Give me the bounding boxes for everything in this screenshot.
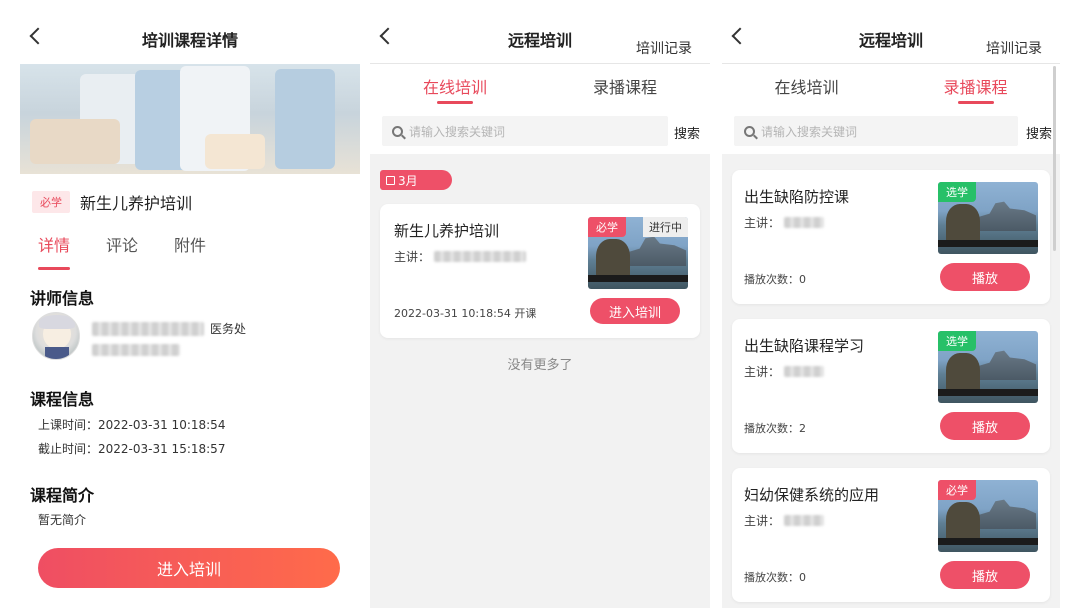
lecturer-label: 主讲： [394,250,431,264]
thumb-caption-band [588,274,688,282]
card-title: 妇幼保健系统的应用 [744,486,880,504]
intro-title: 课程简介 [30,486,95,505]
lecturer-label: 主讲： [744,514,781,528]
thumb-ship [978,350,1036,380]
top-bar: 远程培训 培训记录 [722,0,1060,64]
lecturer-dept: 医务处 [210,322,247,336]
required-badge: 必学 [32,191,70,213]
search-placeholder: 请输入搜索关键词 [409,124,506,139]
no-more-text: 没有更多了 [507,358,573,373]
calendar-icon [386,175,395,185]
lecturer-section-title: 讲师信息 [30,289,95,308]
elective-badge: 选学 [938,182,976,202]
card-lecturer: 主讲： [744,512,825,529]
play-count: 播放次数：0 [744,571,806,584]
lecturer-label: 主讲： [744,216,781,230]
month-text: 3月 [398,173,418,188]
lecturer-blurred [784,217,825,228]
lecturer-blurred [434,251,527,262]
card-lecturer: 主讲： [744,363,825,380]
course-thumbnail: 选学 [938,331,1038,403]
elective-badge: 选学 [938,331,976,351]
card-lecturer: 主讲： [744,214,825,231]
search-bar: 请输入搜索关键词 搜索 [722,112,1060,154]
thumb-ship [978,201,1036,231]
online-training-screen: 远程培训 培训记录 在线培训 录播课程 请输入搜索关键词 搜索 3月 新生儿养护… [370,0,710,608]
play-button[interactable]: 播放 [940,412,1030,440]
required-badge: 必学 [588,217,626,237]
lecturer-blurred [784,515,825,526]
course-info-title: 课程信息 [30,390,95,409]
page-title: 远程培训 [507,30,572,50]
end-time: 截止时间：2022-03-31 15:18:57 [38,442,226,456]
search-bar: 请输入搜索关键词 搜索 [370,112,710,154]
thumb-caption-band [938,239,1038,247]
training-card[interactable]: 新生儿养护培训 主讲： 必学 进行中 2022-03-31 10:18:54 开… [380,204,700,338]
course-header: 必学 新生儿养护培训 [32,190,192,214]
lecturer-avatar [32,312,80,360]
recorded-courses-screen: 远程培训 培训记录 在线培训 录播课程 请输入搜索关键词 搜索 出生缺陷防控课 … [722,0,1060,608]
scrollbar[interactable] [1053,66,1056,251]
back-icon[interactable] [29,27,47,45]
search-button[interactable]: 搜索 [674,123,700,142]
search-icon [392,125,403,137]
lecturer-name-blurred [92,321,204,336]
search-placeholder: 请输入搜索关键词 [761,124,858,139]
tab-online-training[interactable]: 在线培训 [722,64,891,112]
tab-recorded-courses[interactable]: 录播课程 [891,64,1060,112]
search-button[interactable]: 搜索 [1026,123,1052,142]
recorded-course-card[interactable]: 妇幼保健系统的应用 主讲： 必学 播放次数：0 播放 [732,468,1050,602]
month-label: 3月 [380,170,452,190]
tab-details[interactable]: 详情 [38,232,71,270]
lecturer-label: 主讲： [744,365,781,379]
training-records-link[interactable]: 培训记录 [636,38,692,58]
thumb-caption-band [938,388,1038,396]
course-name: 新生儿养护培训 [80,194,193,213]
card-title: 新生儿养护培训 [394,222,500,240]
course-thumbnail: 必学 进行中 [588,217,688,289]
page-title: 远程培训 [858,30,923,50]
top-bar: 培训课程详情 [20,0,360,64]
page-title: 培训课程详情 [141,31,238,50]
course-thumbnail: 选学 [938,182,1038,254]
lecturer-blurred [784,366,825,377]
play-button[interactable]: 播放 [940,561,1030,589]
recorded-course-card[interactable]: 出生缺陷防控课 主讲： 选学 播放次数：0 播放 [732,170,1050,304]
search-input[interactable]: 请输入搜索关键词 [734,116,1018,146]
status-badge: 进行中 [643,217,688,237]
course-banner-image [20,64,360,174]
training-tabs: 在线培训 录播课程 [722,64,1060,112]
search-input[interactable]: 请输入搜索关键词 [382,116,668,146]
lecturer-name-row: 医务处 [92,320,246,337]
tab-recorded-courses[interactable]: 录播课程 [540,64,710,112]
tab-attachments[interactable]: 附件 [174,232,206,270]
recorded-course-card[interactable]: 出生缺陷课程学习 主讲： 选学 播放次数：2 播放 [732,319,1050,453]
course-datetime: 2022-03-31 10:18:54 开课 [394,307,537,320]
card-title: 出生缺陷防控课 [744,188,850,206]
play-count: 播放次数：2 [744,422,806,435]
thumb-ship [978,499,1036,529]
back-icon[interactable] [379,27,397,45]
tab-comments[interactable]: 评论 [106,232,138,270]
detail-tabs: 详情 评论 附件 [38,232,206,270]
course-thumbnail: 必学 [938,480,1038,552]
play-button[interactable]: 播放 [940,263,1030,291]
play-count: 播放次数：0 [744,273,806,286]
training-records-link[interactable]: 培训记录 [986,38,1042,58]
search-icon [744,125,755,137]
card-lecturer: 主讲： [394,248,527,265]
enter-training-button[interactable]: 进入培训 [590,298,680,324]
top-bar: 远程培训 培训记录 [370,0,710,64]
start-time: 上课时间：2022-03-31 10:18:54 [38,418,226,432]
tab-online-training[interactable]: 在线培训 [370,64,540,112]
thumb-caption-band [938,537,1038,545]
card-title: 出生缺陷课程学习 [744,337,865,355]
enter-training-button[interactable]: 进入培训 [38,548,340,588]
back-icon[interactable] [731,27,749,45]
training-tabs: 在线培训 录播课程 [370,64,710,112]
intro-text: 暂无简介 [38,513,87,527]
course-detail-screen: 培训课程详情 必学 新生儿养护培训 详情 评论 附件 讲师信息 医务处 课程信息… [20,0,360,608]
lecturer-title-blurred [92,344,180,356]
required-badge: 必学 [938,480,976,500]
